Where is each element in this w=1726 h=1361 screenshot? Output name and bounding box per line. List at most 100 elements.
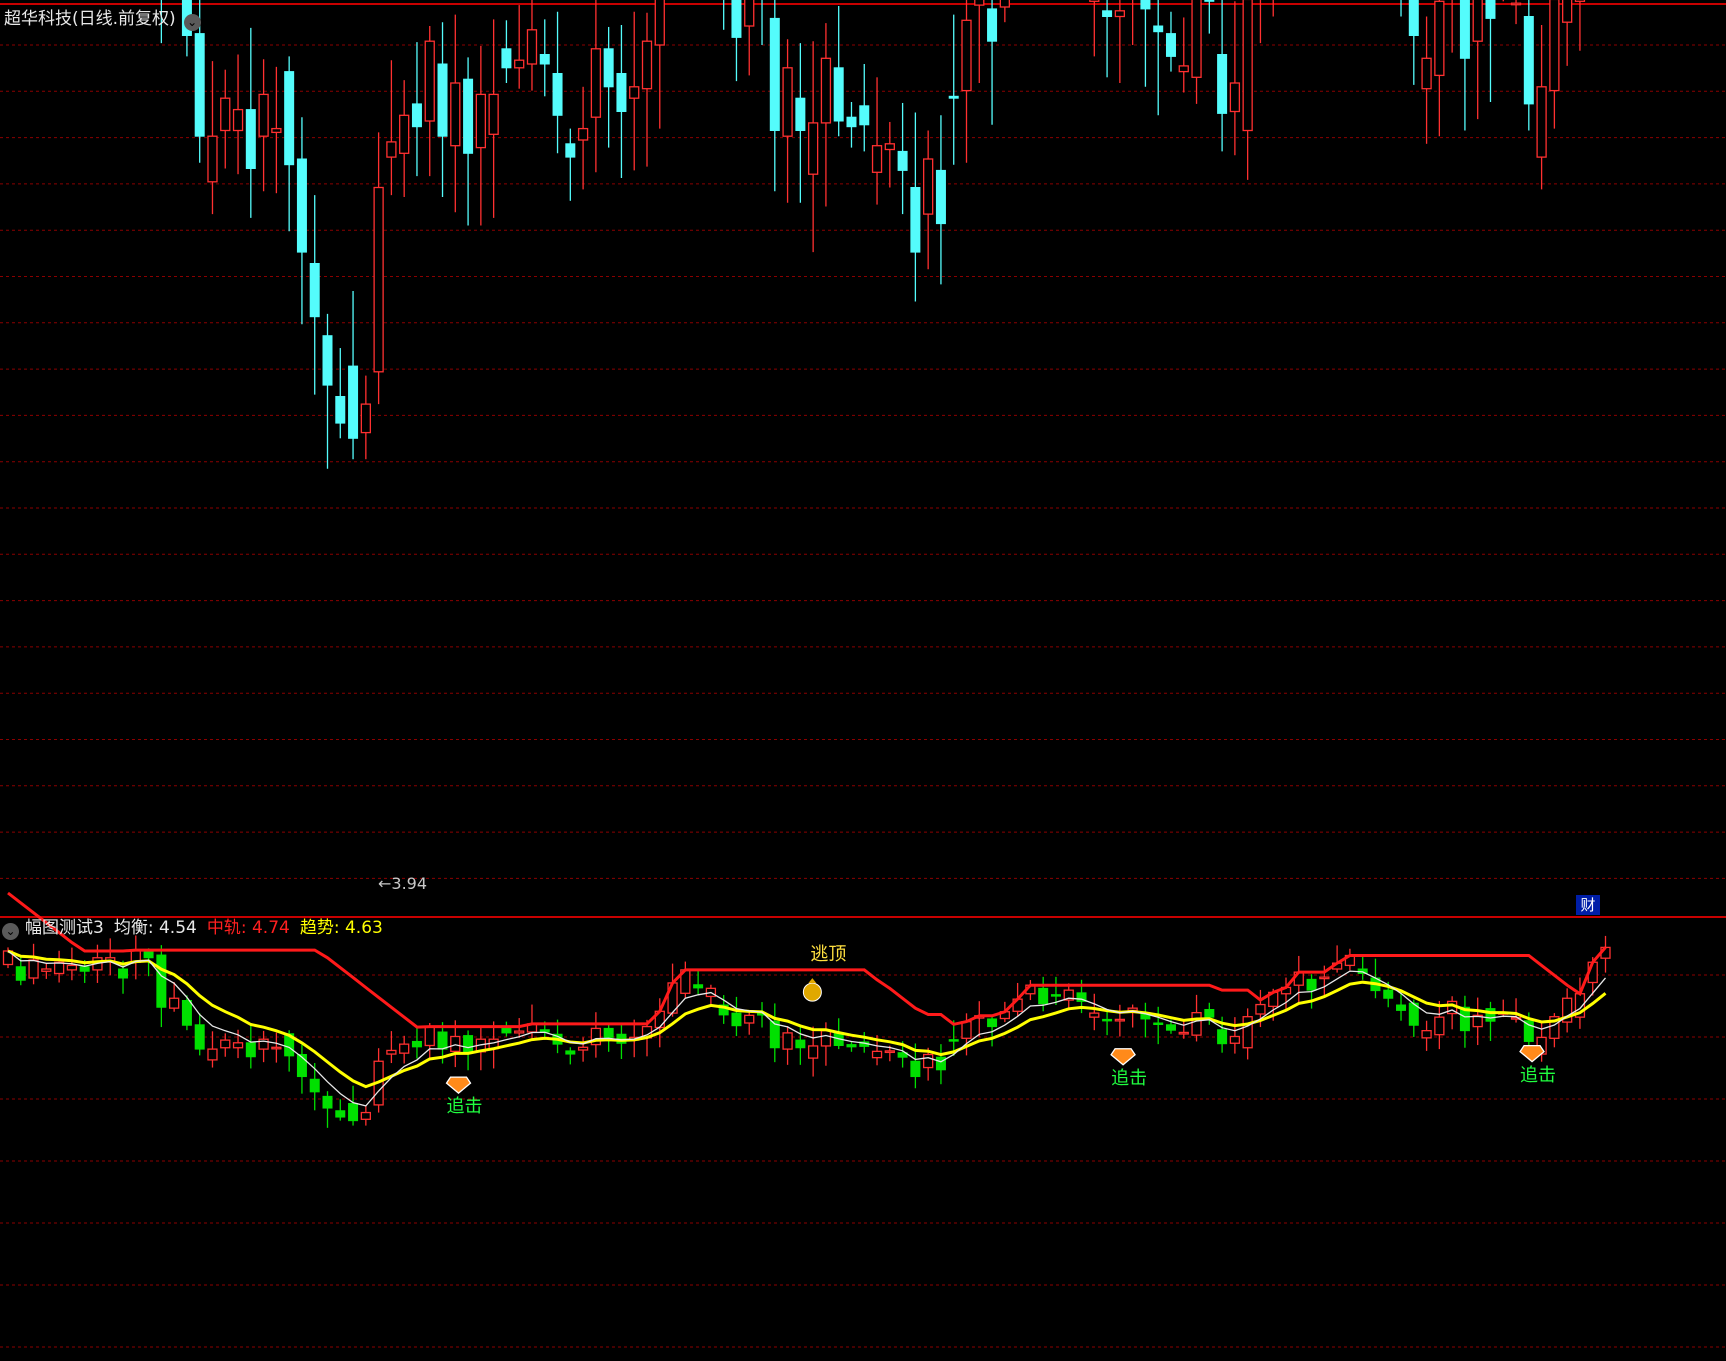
candle-body (526, 29, 538, 65)
indicator-candle (1485, 1001, 1496, 1041)
candle-body (309, 1078, 320, 1093)
indicator-candle (335, 1099, 346, 1121)
candle-body (1204, 0, 1215, 2)
candle-body (1089, 0, 1100, 2)
candle-body (1574, 0, 1586, 2)
indicator-candle (1357, 955, 1368, 980)
candle-body (28, 959, 39, 979)
indicator-candle (565, 1047, 576, 1065)
indicator-candle (693, 970, 704, 995)
price-candle (1102, 0, 1113, 78)
indicator-collapse-icon[interactable]: ⌄ (2, 923, 19, 940)
chart-canvas[interactable] (0, 0, 1726, 1357)
price-candle (744, 0, 755, 76)
price-candle (577, 86, 589, 190)
indicator-candle (1472, 997, 1483, 1046)
candle-body (1536, 86, 1547, 158)
candle-body (1102, 1018, 1113, 1022)
candle-body (871, 145, 883, 173)
candle-body (463, 1035, 474, 1054)
price-candle (1242, 0, 1253, 180)
candle-body (987, 8, 998, 42)
indicator-candle (245, 1023, 256, 1069)
candle-body (220, 1039, 231, 1049)
indicator-candle (348, 1085, 359, 1126)
price-candle (1574, 0, 1586, 51)
candle-body (53, 961, 65, 975)
indicator-candle (1331, 945, 1343, 973)
price-candle (1400, 0, 1402, 17)
indicator-candle (322, 1091, 333, 1128)
price-candle (1191, 0, 1202, 104)
chart-stage[interactable]: 超华科技(日线.前复权) ⌄ ⌄ 幅图测试3 均衡: 4.54 中轨: 4.74 趋势: … (0, 0, 1726, 1357)
money-bag-body (802, 982, 822, 1002)
candle-body (1178, 65, 1189, 73)
price-candle (526, 0, 538, 91)
candle-body (1242, 0, 1253, 132)
candle-body (833, 67, 844, 122)
chart-title: 超华科技(日线.前复权) (4, 9, 176, 29)
candle-body (1204, 1009, 1215, 1018)
indicator-candle (309, 1063, 320, 1111)
candle-body (744, 1014, 755, 1024)
price-candle (1408, 0, 1419, 85)
price-candle (450, 14, 461, 213)
candle-body (15, 966, 26, 981)
candle-body (194, 1024, 205, 1050)
price-candle (1536, 25, 1547, 190)
price-candle (897, 102, 908, 215)
candle-body (1472, 0, 1483, 42)
candle-body (373, 186, 384, 373)
price-candle (1272, 0, 1274, 17)
candle-body (987, 1018, 998, 1028)
price-candle (948, 14, 959, 165)
candle-body (475, 93, 487, 149)
indicator-candle (194, 1013, 205, 1056)
candle-body (1089, 1012, 1100, 1018)
candle-body (577, 1046, 589, 1051)
price-candle (220, 69, 231, 169)
indicator-candle (1459, 995, 1470, 1048)
candle-body (923, 1053, 934, 1069)
candle-body (974, 0, 985, 6)
indicator-candle (590, 1012, 602, 1058)
price-candle (884, 121, 895, 188)
price-candle (463, 57, 474, 226)
indicator-candle (1089, 993, 1100, 1031)
price-candle (386, 60, 397, 196)
candle-body (846, 1044, 857, 1048)
trend-label: 趋势: (299, 918, 340, 938)
title-dropdown-icon[interactable]: ⌄ (183, 14, 201, 31)
price-candle (820, 23, 832, 207)
candle-body (335, 396, 346, 424)
candle-body (360, 1111, 371, 1120)
mid-band-line (7, 891, 1607, 1029)
price-candle (807, 41, 819, 253)
candle-body (1523, 16, 1534, 105)
price-candle (335, 348, 346, 439)
finance-badge[interactable]: 财 (1576, 895, 1600, 915)
price-candle (1217, 0, 1228, 152)
candle-body (1306, 978, 1317, 991)
price-candle (795, 43, 806, 203)
candle-body (437, 1031, 448, 1050)
indicator-name[interactable]: 幅图测试3 (25, 918, 104, 938)
candle-body (1114, 10, 1126, 18)
candle-body (181, 1000, 192, 1026)
indicator-candle (271, 1032, 282, 1063)
candle-body (284, 71, 295, 166)
candle-body (577, 127, 589, 141)
candle-body (1523, 1020, 1534, 1042)
candle-body (386, 141, 397, 158)
candle-body (782, 67, 793, 137)
indicator-candle (935, 1044, 946, 1085)
candle-body (118, 968, 129, 979)
candle-body (322, 335, 333, 386)
candle-body (782, 1032, 793, 1050)
escape-top-signal-label: 逃顶 (810, 944, 847, 966)
indicator-candle (1562, 988, 1573, 1033)
low-price-label: ←3.94 (378, 874, 428, 893)
candle-body (411, 1040, 422, 1048)
price-candle (501, 20, 512, 83)
indicator-candle (846, 1041, 857, 1052)
